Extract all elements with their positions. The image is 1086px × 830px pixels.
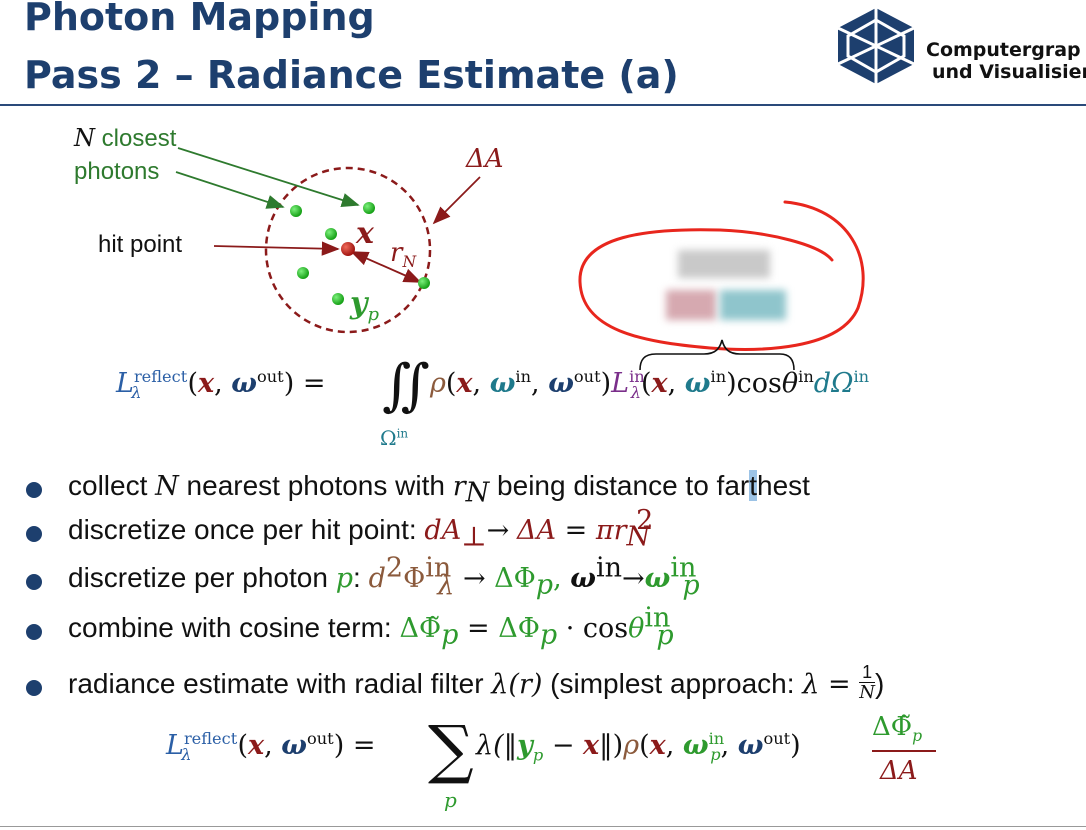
bullet-marker bbox=[26, 526, 42, 542]
title-divider bbox=[0, 104, 1086, 106]
label-n-closest: N closest bbox=[74, 124, 177, 152]
bullet-combine: combine with cosine term: ΔΦ̃p = ΔΦp · c… bbox=[68, 602, 674, 651]
photon-dot bbox=[290, 205, 302, 217]
summation-index: p bbox=[444, 788, 457, 812]
double-integral: ∬ bbox=[382, 353, 430, 418]
photon-dot bbox=[297, 267, 309, 279]
fraction-2-bar bbox=[872, 750, 936, 752]
slide-title-line2: Pass 2 – Radiance Estimate (a) bbox=[24, 53, 679, 97]
bullet-discretize-hit: discretize once per hit point: dA⊥→ ΔA =… bbox=[68, 504, 654, 553]
equation-2-rhs: λ(‖yp − x‖)ρ(x, ωinp, ωout) bbox=[476, 729, 801, 765]
equation-1-rhs: ρ(x, ωin, ωout)Linλ(x, ωin)cosθindΩin bbox=[430, 367, 870, 403]
label-x: x bbox=[356, 216, 374, 251]
redacted-block bbox=[678, 250, 770, 278]
redacted-block bbox=[720, 290, 786, 320]
label-r-n: rN bbox=[390, 238, 417, 272]
bullet-marker bbox=[26, 574, 42, 590]
bullet-marker bbox=[26, 624, 42, 640]
label-hit-point: hit point bbox=[98, 231, 183, 258]
photon-dot bbox=[325, 228, 337, 240]
fraction-2-numerator: ΔΦ̃p bbox=[872, 712, 923, 746]
slide-title-line1: Photon Mapping bbox=[24, 0, 375, 39]
photon-dot bbox=[363, 202, 375, 214]
label-delta-a: ΔA bbox=[466, 144, 504, 174]
bullet-discretize-photon: discretize per photon p: d2Φinλ → ΔΦp, ω… bbox=[68, 552, 700, 601]
equation-2-lhs: Lreflectλ (x, ωout) = bbox=[166, 729, 376, 765]
fraction-2-denominator: ΔA bbox=[880, 756, 918, 786]
redacted-block bbox=[666, 290, 716, 320]
hit-point-dot bbox=[341, 242, 355, 256]
bullet-marker bbox=[26, 482, 42, 498]
photon-dot bbox=[418, 277, 430, 289]
footer-divider bbox=[0, 826, 1086, 827]
university-logo-icon bbox=[837, 8, 915, 84]
bullet-radiance-estimate: radiance estimate with radial filter λ(r… bbox=[68, 662, 885, 704]
summation-symbol: ∑ bbox=[428, 713, 474, 787]
logo-text-line2: und Visualisier bbox=[932, 61, 1086, 83]
fraction-1-over-n: 1N bbox=[859, 662, 875, 704]
bullet-collect: collect N nearest photons with rN being … bbox=[68, 470, 810, 509]
logo-text-line1: Computergrap bbox=[926, 39, 1081, 61]
equation-1-lhs: Lreflectλ (x, ωout) = bbox=[116, 367, 326, 403]
photon-dot bbox=[332, 293, 344, 305]
integral-domain: Ωin bbox=[380, 426, 409, 450]
bullet-marker bbox=[26, 680, 42, 696]
label-photons: photons bbox=[74, 158, 160, 185]
label-y-p: yp bbox=[350, 286, 379, 325]
